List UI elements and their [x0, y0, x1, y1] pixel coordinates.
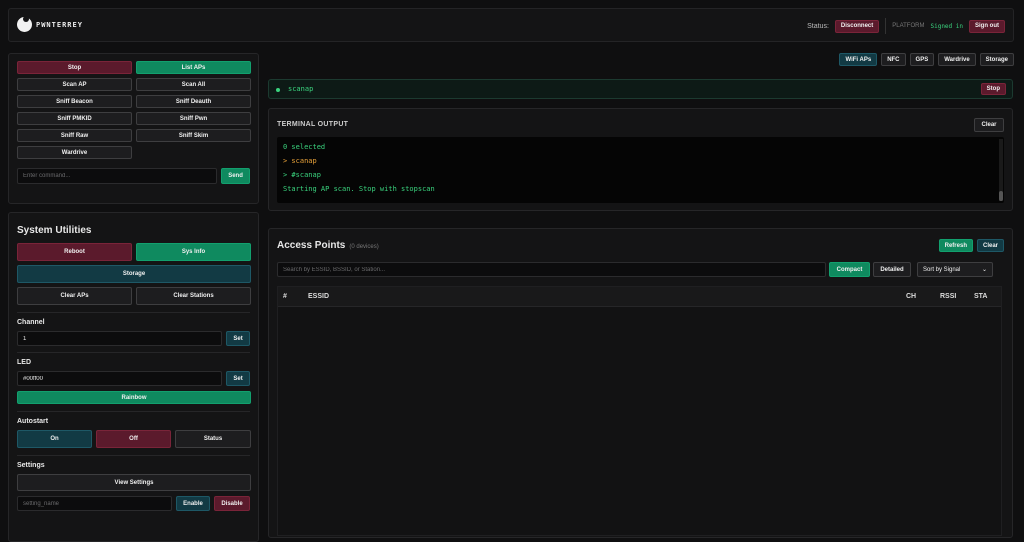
- top-bar: PWNTERREY Status: Disconnect PLATFORM Si…: [8, 8, 1014, 42]
- scan-ap-button[interactable]: Scan AP: [17, 78, 132, 91]
- active-command: scanap: [288, 85, 314, 93]
- tab-wardrive[interactable]: Wardrive: [938, 53, 976, 66]
- autostart-status-button[interactable]: Status: [175, 430, 251, 448]
- channel-set-button[interactable]: Set: [226, 331, 250, 346]
- col-essid: ESSID: [308, 293, 330, 300]
- disable-button[interactable]: Disable: [214, 496, 250, 511]
- platform-label: PLATFORM: [892, 23, 925, 29]
- wardrive-button[interactable]: Wardrive: [17, 146, 132, 159]
- wifi-control-panel: Stop List APs Scan AP Scan All Sniff Bea…: [8, 53, 259, 204]
- divider: [17, 411, 250, 412]
- divider: [17, 455, 250, 456]
- divider: [17, 352, 250, 353]
- sign-out-button[interactable]: Sign out: [969, 19, 1005, 33]
- sniff-skim-button[interactable]: Sniff Skim: [136, 129, 251, 142]
- logo-icon: [17, 16, 32, 32]
- utilities-title: System Utilities: [17, 225, 92, 236]
- sort-select-value: Sort by Signal: [923, 266, 961, 273]
- terminal-line: > scanap: [283, 157, 317, 165]
- clear-stations-button[interactable]: Clear Stations: [136, 287, 251, 305]
- storage-button[interactable]: Storage: [17, 265, 251, 283]
- scan-all-button[interactable]: Scan All: [136, 78, 251, 91]
- autostart-off-button[interactable]: Off: [96, 430, 171, 448]
- list-aps-button[interactable]: List APs: [136, 61, 251, 74]
- col-sta: STA: [974, 293, 988, 300]
- sniff-pmkid-button[interactable]: Sniff PMKID: [17, 112, 132, 125]
- signed-in-status: Signed in: [930, 22, 963, 30]
- enable-button[interactable]: Enable: [176, 496, 210, 511]
- brand-name: PWNTERREY: [36, 20, 83, 29]
- terminal-line: Starting AP scan. Stop with stopscan: [283, 185, 435, 193]
- ap-table-header: # ESSID CH RSSI STA: [278, 287, 1001, 307]
- clear-aps-button[interactable]: Clear APs: [17, 287, 132, 305]
- col-ch: CH: [906, 293, 917, 300]
- led-set-button[interactable]: Set: [226, 371, 250, 386]
- channel-label: Channel: [17, 319, 45, 326]
- rainbow-button[interactable]: Rainbow: [17, 391, 251, 404]
- settings-label: Settings: [17, 462, 45, 469]
- access-points-title: Access Points: [277, 240, 346, 251]
- terminal-output: 0 selected > scanap > #scanap Starting A…: [277, 137, 1004, 203]
- detailed-view-button[interactable]: Detailed: [873, 262, 911, 277]
- ap-search-input[interactable]: [277, 262, 826, 277]
- led-label: LED: [17, 359, 31, 366]
- led-input[interactable]: [17, 371, 223, 386]
- terminal-line: 0 selected: [283, 143, 326, 151]
- col-rssi: RSSI: [940, 293, 957, 300]
- terminal-scrollbar[interactable]: [999, 139, 1003, 201]
- command-input[interactable]: [17, 168, 218, 184]
- sniff-deauth-button[interactable]: Sniff Deauth: [136, 95, 251, 108]
- tab-bar: WiFi APs NFC GPS Wardrive Storage: [839, 53, 1014, 66]
- brand: PWNTERREY: [17, 16, 83, 32]
- access-points-panel: Access Points (0 devices) Refresh Clear …: [268, 228, 1013, 538]
- terminal-line: > #scanap: [283, 171, 321, 179]
- active-command-bar: scanap Stop: [268, 79, 1013, 99]
- col-index: #: [283, 293, 287, 300]
- device-count: (0 devices): [349, 244, 379, 250]
- sort-select[interactable]: Sort by Signal ⌄: [917, 262, 993, 277]
- refresh-button[interactable]: Refresh: [938, 239, 973, 252]
- terminal-panel: TERMINAL OUTPUT Clear 0 selected > scana…: [268, 108, 1013, 211]
- system-utilities-panel: System Utilities Reboot Sys Info Storage…: [8, 212, 259, 542]
- status-label: Status:: [807, 22, 829, 30]
- ap-table: # ESSID CH RSSI STA: [277, 286, 1002, 536]
- divider: [885, 18, 887, 34]
- stop-button[interactable]: Stop: [17, 61, 132, 74]
- disconnect-button[interactable]: Disconnect: [834, 19, 880, 33]
- view-settings-button[interactable]: View Settings: [17, 474, 251, 491]
- reboot-button[interactable]: Reboot: [17, 243, 132, 261]
- autostart-on-button[interactable]: On: [17, 430, 92, 448]
- sniff-raw-button[interactable]: Sniff Raw: [17, 129, 132, 142]
- terminal-title: TERMINAL OUTPUT: [277, 121, 349, 128]
- sys-info-button[interactable]: Sys Info: [136, 243, 251, 261]
- sniff-beacon-button[interactable]: Sniff Beacon: [17, 95, 132, 108]
- setting-name-input[interactable]: [17, 496, 172, 511]
- ap-clear-button[interactable]: Clear: [976, 239, 1004, 252]
- sniff-pwn-button[interactable]: Sniff Pwn: [136, 112, 251, 125]
- tab-gps[interactable]: GPS: [909, 53, 935, 66]
- channel-input[interactable]: [17, 331, 223, 346]
- status-dot-icon: [276, 88, 280, 92]
- tab-storage[interactable]: Storage: [979, 53, 1014, 66]
- send-button[interactable]: Send: [221, 168, 250, 184]
- divider: [17, 312, 250, 313]
- tab-nfc[interactable]: NFC: [881, 53, 906, 66]
- tab-wifi-aps[interactable]: WiFi APs: [839, 53, 878, 66]
- command-stop-button[interactable]: Stop: [980, 83, 1006, 95]
- terminal-clear-button[interactable]: Clear: [974, 118, 1004, 132]
- autostart-label: Autostart: [17, 418, 49, 425]
- chevron-down-icon: ⌄: [981, 267, 987, 273]
- compact-view-button[interactable]: Compact: [829, 262, 870, 277]
